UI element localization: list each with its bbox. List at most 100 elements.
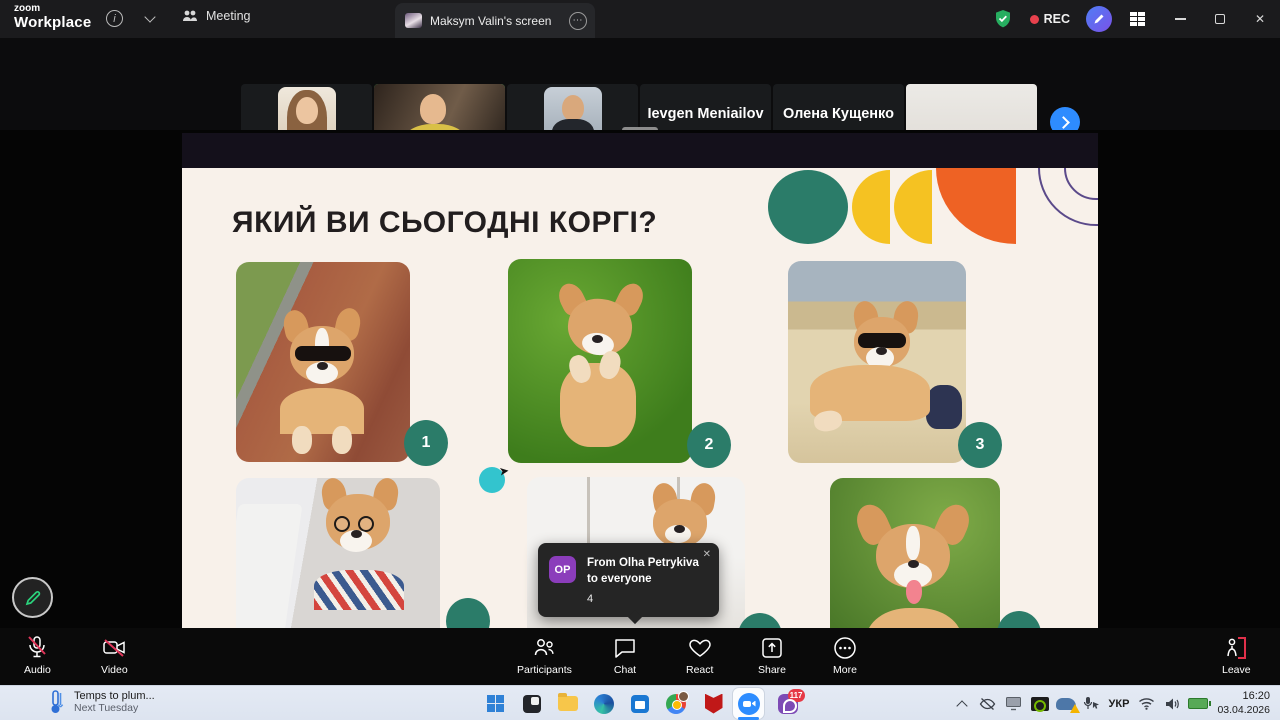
privacy-eye-button[interactable] [975, 691, 1001, 717]
meeting-controls-bar: Audio Video Participants 104 Chat 3 Reac… [0, 628, 1280, 685]
active-tab-label: Maksym Valin's screen [430, 14, 561, 28]
wifi-icon [1138, 697, 1155, 710]
clock-time: 16:20 [1217, 690, 1270, 704]
task-view-icon [523, 695, 541, 713]
tab-more-icon[interactable]: ⋯ [569, 12, 587, 30]
file-explorer-button[interactable] [555, 691, 580, 716]
warning-icon [1070, 704, 1080, 713]
more-ellipsis-icon [832, 635, 858, 661]
chrome-profile-avatar [678, 691, 689, 702]
corgi-photo-3-beach-sunglasses [788, 261, 966, 463]
option-badge-3: 3 [958, 422, 1002, 468]
windows-logo-icon [487, 695, 504, 712]
microsoft-store-button[interactable] [627, 691, 652, 716]
tab-maksym-valin-screen[interactable]: Maksym Valin's screen ⋯ [395, 3, 595, 38]
option-badge-1: 1 [404, 420, 448, 466]
mic-location-tray-button[interactable] [1079, 691, 1105, 717]
edge-button[interactable] [591, 691, 616, 716]
weather-headline: Temps to plum... [74, 690, 155, 702]
security-shield-icon[interactable] [994, 9, 1012, 29]
minimize-button[interactable] [1160, 0, 1200, 38]
edge-browser-icon [594, 694, 614, 714]
corgi-photo-1-sunglasses-bricks [236, 262, 410, 462]
apps-grid-icon [1130, 12, 1145, 27]
pencil-icon [24, 589, 42, 607]
decor-yellow-halfcircle [852, 170, 890, 244]
pencil-icon [1093, 13, 1105, 25]
chrome-icon [666, 694, 686, 714]
rec-dot-icon [1030, 15, 1039, 24]
decor-teal-circle [768, 170, 848, 244]
annotation-tools-button[interactable] [12, 577, 53, 618]
participants-label: Participants [517, 664, 572, 676]
chat-notification-popup[interactable]: OP From Olha Petrykiva to everyone 4 ✕ [538, 543, 719, 617]
brand-workplace: Workplace [14, 15, 91, 31]
participant-display-name: Олена Кущенко [773, 106, 904, 122]
option-badge-6-partial [997, 611, 1041, 628]
language-indicator[interactable]: УКР [1105, 698, 1134, 710]
weather-widget[interactable]: Temps to plum... Next Tuesday [48, 689, 155, 715]
annotation-pen-button[interactable] [1086, 6, 1112, 32]
viber-button[interactable]: 117 [775, 691, 800, 716]
task-view-button[interactable] [519, 691, 544, 716]
avatar-face [296, 97, 318, 124]
beach-bag [926, 385, 962, 429]
more-button[interactable]: More [832, 635, 858, 676]
recording-indicator: REC [1030, 12, 1070, 26]
leave-label: Leave [1222, 664, 1251, 676]
share-screen-icon [759, 635, 785, 661]
close-icon[interactable]: ✕ [703, 549, 711, 560]
slide-title: ЯКИЙ ВИ СЬОГОДНІ КОРГІ? [232, 206, 657, 240]
info-icon[interactable]: i [106, 10, 123, 27]
audio-button[interactable]: Audio [24, 635, 51, 676]
participants-icon [532, 635, 556, 661]
shared-screen-stage: ЯКИЙ ВИ СЬОГОДНІ КОРГІ? [0, 130, 1280, 628]
share-button[interactable]: Share [758, 635, 786, 676]
maximize-icon [1215, 14, 1225, 24]
zoom-app-button[interactable] [736, 691, 761, 716]
corgi-nose [592, 335, 603, 343]
battery-tray-button[interactable] [1185, 691, 1211, 717]
chevron-down-icon[interactable] [144, 11, 155, 22]
viber-icon: 117 [778, 694, 798, 714]
corgi-nose [674, 525, 685, 533]
volume-tray-button[interactable] [1159, 691, 1185, 717]
taskbar-clock[interactable]: 16:20 03.04.2026 [1211, 690, 1280, 717]
minimize-icon [1175, 18, 1186, 20]
option-badge-2: 2 [687, 422, 731, 468]
video-button[interactable]: Video [101, 635, 128, 676]
decor-orange-quarter [936, 168, 1016, 244]
participant-face [420, 94, 446, 124]
hidden-icons-button[interactable] [949, 691, 975, 717]
mcafee-button[interactable] [701, 691, 726, 716]
participants-button[interactable]: Participants [517, 635, 572, 676]
chevron-up-icon [956, 700, 967, 711]
corgi-glasses [334, 516, 350, 532]
cloud-icon [1056, 698, 1076, 710]
mcafee-shield-icon [705, 694, 723, 714]
react-button[interactable]: React [686, 635, 713, 676]
onedrive-tray-button[interactable] [1053, 691, 1079, 717]
system-tray: УКР 16:20 03.04.2026 [949, 686, 1280, 720]
more-label: More [833, 664, 857, 676]
people-icon [182, 9, 198, 23]
leave-button[interactable]: Leave [1222, 635, 1251, 676]
mic-and-cursor-icon [1083, 696, 1101, 711]
brand-zoom: zoom [14, 4, 91, 15]
leave-door-icon [1223, 635, 1249, 661]
corgi-tongue [906, 580, 922, 604]
chat-button[interactable]: Chat [612, 635, 638, 676]
display-tray-button[interactable] [1001, 691, 1027, 717]
corgi-body [280, 388, 364, 434]
windows-taskbar: Temps to plum... Next Tuesday 117 [0, 685, 1280, 720]
apps-button[interactable] [1124, 6, 1150, 32]
chrome-button[interactable] [663, 691, 688, 716]
nvidia-tray-button[interactable] [1027, 691, 1053, 717]
zoom-workplace-window: zoom Workplace i Meeting Maksym Valin's … [0, 0, 1280, 720]
tab-meeting[interactable]: Meeting [182, 9, 250, 23]
start-button[interactable] [483, 691, 508, 716]
maximize-button[interactable] [1200, 0, 1240, 38]
wifi-tray-button[interactable] [1133, 691, 1159, 717]
close-button[interactable]: ✕ [1240, 0, 1280, 38]
mouse-cursor-icon: ➤ [498, 463, 510, 478]
